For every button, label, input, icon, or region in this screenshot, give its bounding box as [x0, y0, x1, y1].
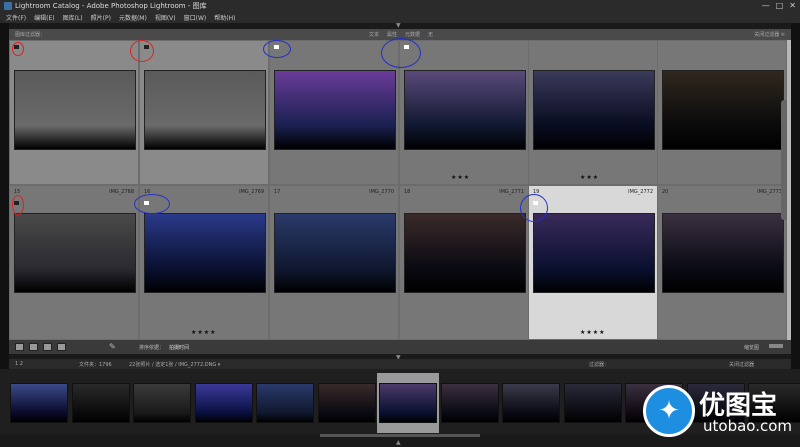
- menu-file[interactable]: 文件(F): [6, 13, 26, 22]
- grid-cell[interactable]: [269, 40, 399, 185]
- red-annotation-circle: [12, 195, 24, 215]
- filter-tab-attribute[interactable]: 属性: [387, 31, 397, 38]
- menu-metadata[interactable]: 元数据(M): [119, 13, 147, 22]
- cell-filename: IMG_2769: [239, 189, 264, 195]
- menu-view[interactable]: 视图(V): [155, 13, 176, 22]
- screen-toggle[interactable]: 1 2: [15, 361, 23, 367]
- title-bar: Lightroom Catalog - Adobe Photoshop Ligh…: [0, 0, 800, 12]
- filmstrip-thumbnail[interactable]: [194, 383, 253, 423]
- filmstrip-thumbnail[interactable]: [133, 383, 191, 423]
- photo-thumbnail[interactable]: [662, 70, 784, 150]
- watermark-logo: ✦ 优图宝 utobao.com: [643, 385, 793, 440]
- grid-cell[interactable]: [657, 40, 787, 185]
- filmstrip-scrollbar[interactable]: [320, 434, 480, 437]
- painter-icon[interactable]: ✎: [109, 342, 116, 351]
- grid-cell[interactable]: 18 IMG_2771: [399, 185, 529, 340]
- bird-icon: ✦: [643, 385, 695, 437]
- photo-thumbnail[interactable]: [404, 70, 526, 150]
- star-rating[interactable]: ★★★: [451, 174, 470, 181]
- selection-info[interactable]: 22张照片 / 选定1张 / IMG_2772.DNG ▾: [129, 361, 220, 368]
- thumbnail-size-slider[interactable]: [769, 344, 783, 348]
- sort-dropdown[interactable]: 拍摄时间: [169, 344, 189, 351]
- filter-tab-text[interactable]: 文本: [369, 31, 379, 38]
- compare-view-button[interactable]: [43, 343, 52, 351]
- blue-annotation-circle: [520, 194, 548, 222]
- photo-thumbnail[interactable]: [14, 70, 136, 150]
- photo-thumbnail[interactable]: [533, 213, 655, 293]
- grid-cell[interactable]: [9, 40, 139, 185]
- survey-view-button[interactable]: [57, 343, 66, 351]
- filmstrip-thumbnail[interactable]: [440, 383, 499, 423]
- filter-label: 图库过滤器：: [15, 32, 46, 38]
- source-label[interactable]: 文件夹：1796: [79, 361, 112, 368]
- loupe-view-button[interactable]: [29, 343, 38, 351]
- photo-thumbnail[interactable]: [144, 70, 266, 150]
- filter-off-dropdown[interactable]: 关闭过滤器 ≑: [754, 31, 785, 38]
- filmstrip-thumbnail[interactable]: [379, 383, 437, 423]
- sort-label: 排序依据：: [139, 345, 165, 351]
- grid-cell[interactable]: 15 IMG_2768: [9, 185, 139, 340]
- star-rating[interactable]: ★★★★: [580, 329, 606, 336]
- menu-window[interactable]: 窗口(W): [184, 13, 207, 22]
- cell-filename: IMG_2771: [499, 189, 524, 195]
- cell-filename: IMG_2773: [757, 189, 782, 195]
- cell-index: 17: [274, 189, 281, 195]
- grid-toolbar: ✎ 排序依据： 拍摄时间 缩览图: [9, 340, 791, 354]
- close-button[interactable]: ✕: [789, 1, 796, 10]
- grid-cell[interactable]: 17 IMG_2770: [269, 185, 399, 340]
- photo-thumbnail[interactable]: [404, 213, 526, 293]
- filter-tab-metadata[interactable]: 元数据: [405, 31, 420, 38]
- cell-index: 20: [662, 189, 669, 195]
- grid-cell[interactable]: ★★★: [399, 40, 529, 185]
- watermark-url: utobao.com: [703, 417, 792, 435]
- grid-view-button[interactable]: [15, 343, 24, 351]
- filmstrip-filter-label: 过滤器：: [589, 361, 610, 368]
- grid-cell[interactable]: 20 IMG_2773: [657, 185, 787, 340]
- photo-thumbnail[interactable]: [533, 70, 655, 150]
- left-panel-collapsed[interactable]: [0, 23, 9, 369]
- right-panel-collapsed[interactable]: [791, 23, 800, 369]
- grid-cell[interactable]: [139, 40, 269, 185]
- filmstrip-thumbnail[interactable]: [71, 383, 130, 423]
- red-annotation-circle: [12, 42, 24, 56]
- blue-annotation-circle: [134, 194, 170, 214]
- cell-filename: IMG_2772: [628, 189, 653, 195]
- blue-annotation-circle: [381, 38, 421, 68]
- cell-filename: IMG_2770: [369, 189, 394, 195]
- menu-edit[interactable]: 编辑(E): [34, 13, 54, 22]
- cell-filename: IMG_2768: [109, 189, 134, 195]
- filmstrip-thumbnail[interactable]: [317, 383, 376, 423]
- filmstrip-thumbnail[interactable]: [256, 383, 314, 423]
- photo-thumbnail[interactable]: [274, 213, 396, 293]
- menu-help[interactable]: 帮助(H): [214, 13, 235, 22]
- photo-thumbnail[interactable]: [274, 70, 396, 150]
- window-title: Lightroom Catalog - Adobe Photoshop Ligh…: [15, 2, 207, 10]
- filmstrip-thumbnail[interactable]: [502, 383, 560, 423]
- photo-thumbnail[interactable]: [144, 213, 266, 293]
- star-rating[interactable]: ★★★★: [191, 329, 217, 336]
- menu-library[interactable]: 图库(L): [63, 13, 83, 22]
- top-panel-toggle-icon[interactable]: ▼: [396, 22, 401, 29]
- lightroom-app-icon: [4, 2, 12, 10]
- thumbnail-size-label: 缩览图: [744, 345, 760, 351]
- red-annotation-circle: [130, 40, 154, 62]
- filmstrip-thumbnail[interactable]: [563, 383, 622, 423]
- minimize-button[interactable]: —: [762, 1, 770, 10]
- maximize-button[interactable]: □: [776, 1, 784, 10]
- filmstrip-header: 1 2 文件夹：1796 22张照片 / 选定1张 / IMG_2772.DNG…: [9, 359, 791, 369]
- filmstrip-thumbnail[interactable]: [10, 383, 68, 423]
- cell-index: 18: [404, 189, 411, 195]
- blue-annotation-circle: [263, 40, 291, 58]
- filter-tab-none[interactable]: 无: [428, 31, 433, 38]
- filmstrip-toggle-icon[interactable]: ▲: [396, 439, 401, 446]
- photo-thumbnail[interactable]: [662, 213, 784, 293]
- photo-thumbnail[interactable]: [14, 213, 136, 293]
- star-rating[interactable]: ★★★: [580, 174, 599, 181]
- filmstrip-filter-dropdown[interactable]: 关闭过滤器: [729, 361, 754, 368]
- grid-cell[interactable]: ★★★: [528, 40, 658, 185]
- grid-scrollbar[interactable]: [781, 100, 787, 220]
- menu-photo[interactable]: 照片(P): [91, 13, 111, 22]
